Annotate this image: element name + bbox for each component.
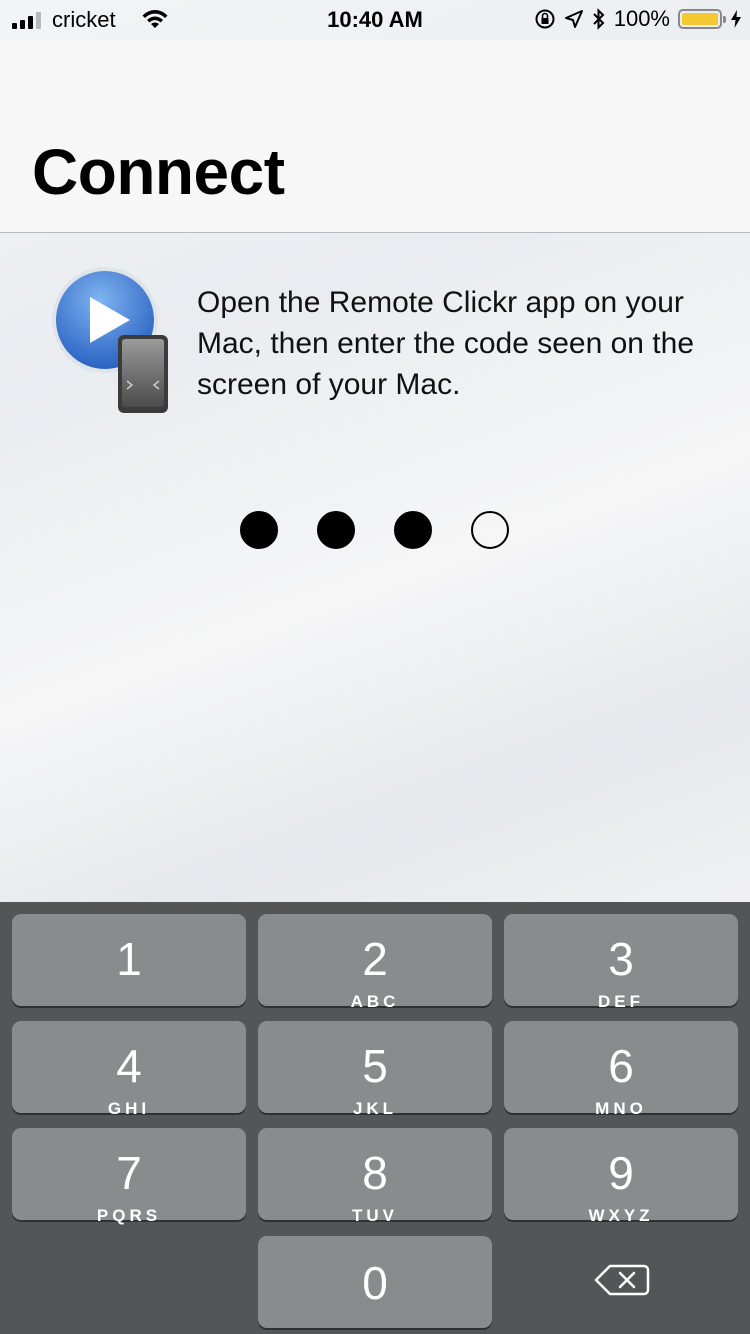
key-digit: 8 (362, 1147, 388, 1199)
navigation-bar: Connect (0, 40, 750, 233)
key-digit: 6 (608, 1040, 634, 1092)
key-letters: PQRS (96, 1206, 162, 1225)
key-3[interactable]: 3 DEF (504, 914, 738, 1011)
status-right: 100% (534, 6, 742, 32)
key-0[interactable]: 0 (258, 1236, 492, 1328)
location-icon (564, 10, 583, 28)
key-2[interactable]: 2 ABC (258, 914, 492, 1011)
key-digit: 1 (116, 933, 142, 985)
bluetooth-icon (593, 8, 605, 30)
key-6[interactable]: 6 MNO (504, 1021, 738, 1118)
key-digit: 5 (362, 1040, 388, 1092)
key-digit: 9 (608, 1147, 634, 1199)
battery-icon (678, 9, 726, 29)
key-4[interactable]: 4 GHI (12, 1021, 246, 1118)
key-1[interactable]: 1 (12, 914, 246, 1006)
key-digit: 0 (362, 1257, 388, 1309)
key-letters: WXYZ (588, 1206, 654, 1225)
backspace-icon[interactable] (540, 1256, 708, 1304)
key-digit: 2 (362, 933, 388, 985)
key-letters: MNO (595, 1099, 647, 1118)
key-8[interactable]: 8 TUV (258, 1128, 492, 1225)
orientation-lock-icon (535, 9, 555, 29)
key-letters: DEF (598, 992, 644, 1011)
key-digit: 7 (116, 1147, 142, 1199)
key-7[interactable]: 7 PQRS (12, 1128, 246, 1225)
key-letters: JKL (352, 1099, 398, 1118)
code-dot-empty (471, 511, 509, 549)
page-title: Connect (32, 136, 285, 208)
key-9[interactable]: 9 WXYZ (504, 1128, 738, 1225)
code-dot-filled (240, 511, 278, 549)
instructions-text: Open the Remote Clickr app on your Mac, … (197, 286, 695, 401)
key-letters: TUV (352, 1206, 398, 1225)
charging-icon (731, 10, 741, 28)
key-digit: 3 (608, 933, 634, 985)
key-digit: 4 (116, 1040, 142, 1092)
key-5[interactable]: 5 JKL (258, 1021, 492, 1118)
key-letters: ABC (350, 992, 400, 1011)
code-indicator (240, 511, 509, 549)
battery-percent: 100% (613, 6, 670, 31)
key-letters: GHI (107, 1099, 151, 1118)
code-dot-filled (394, 511, 432, 549)
status-bar: cricket 10:40 AM 100% (0, 0, 750, 40)
code-dot-filled (317, 511, 355, 549)
remote-clickr-app-icon (52, 267, 168, 413)
